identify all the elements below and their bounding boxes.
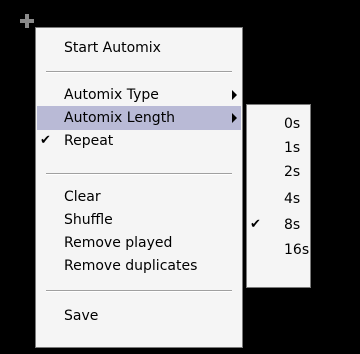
menu-item-label: Clear xyxy=(64,189,101,205)
context-menu: Start Automix Automix Type Automix Lengt… xyxy=(35,27,243,348)
menu-item-shuffle[interactable]: Shuffle xyxy=(37,208,241,232)
checkmark-icon: ✔ xyxy=(40,133,51,148)
submenu-item-label: 2s xyxy=(284,164,301,180)
submenu-item-label: 0s xyxy=(284,116,301,132)
menu-item-label: Shuffle xyxy=(64,212,113,228)
menu-item-label: Remove duplicates xyxy=(64,258,198,274)
menu-item-label: Automix Type xyxy=(64,87,159,103)
menu-item-automix-length[interactable]: Automix Length xyxy=(37,106,241,130)
menu-item-label: Start Automix xyxy=(64,40,161,56)
menu-separator xyxy=(46,173,232,175)
menu-item-automix-type[interactable]: Automix Type xyxy=(37,83,241,107)
submenu-item-4s[interactable]: 4s xyxy=(248,187,309,211)
submenu-item-label: 16s xyxy=(284,242,310,258)
submenu-arrow-icon xyxy=(232,113,237,123)
checkmark-icon: ✔ xyxy=(250,217,261,232)
menu-item-repeat[interactable]: ✔ Repeat xyxy=(37,129,241,153)
menu-item-label: Save xyxy=(64,308,99,324)
submenu-arrow-icon xyxy=(232,90,237,100)
automix-length-submenu: 0s 1s 2s 4s ✔ 8s 16s xyxy=(246,104,311,288)
menu-item-remove-duplicates[interactable]: Remove duplicates xyxy=(37,254,241,278)
menu-item-label: Automix Length xyxy=(64,110,176,126)
menu-item-label: Repeat xyxy=(64,133,114,149)
menu-separator xyxy=(46,290,232,292)
menu-item-clear[interactable]: Clear xyxy=(37,185,241,209)
menu-item-start-automix[interactable]: Start Automix xyxy=(37,36,241,60)
submenu-item-label: 1s xyxy=(284,140,301,156)
submenu-item-label: 8s xyxy=(284,217,301,233)
submenu-item-1s[interactable]: 1s xyxy=(248,136,309,160)
menu-item-save[interactable]: Save xyxy=(37,304,241,328)
submenu-item-8s[interactable]: ✔ 8s xyxy=(248,213,309,237)
menu-separator xyxy=(46,71,232,73)
plus-grip-icon[interactable] xyxy=(20,14,34,28)
submenu-item-label: 4s xyxy=(284,191,301,207)
submenu-item-2s[interactable]: 2s xyxy=(248,160,309,184)
submenu-item-16s[interactable]: 16s xyxy=(248,238,309,262)
menu-item-label: Remove played xyxy=(64,235,173,251)
menu-item-remove-played[interactable]: Remove played xyxy=(37,231,241,255)
submenu-item-0s[interactable]: 0s xyxy=(248,112,309,136)
